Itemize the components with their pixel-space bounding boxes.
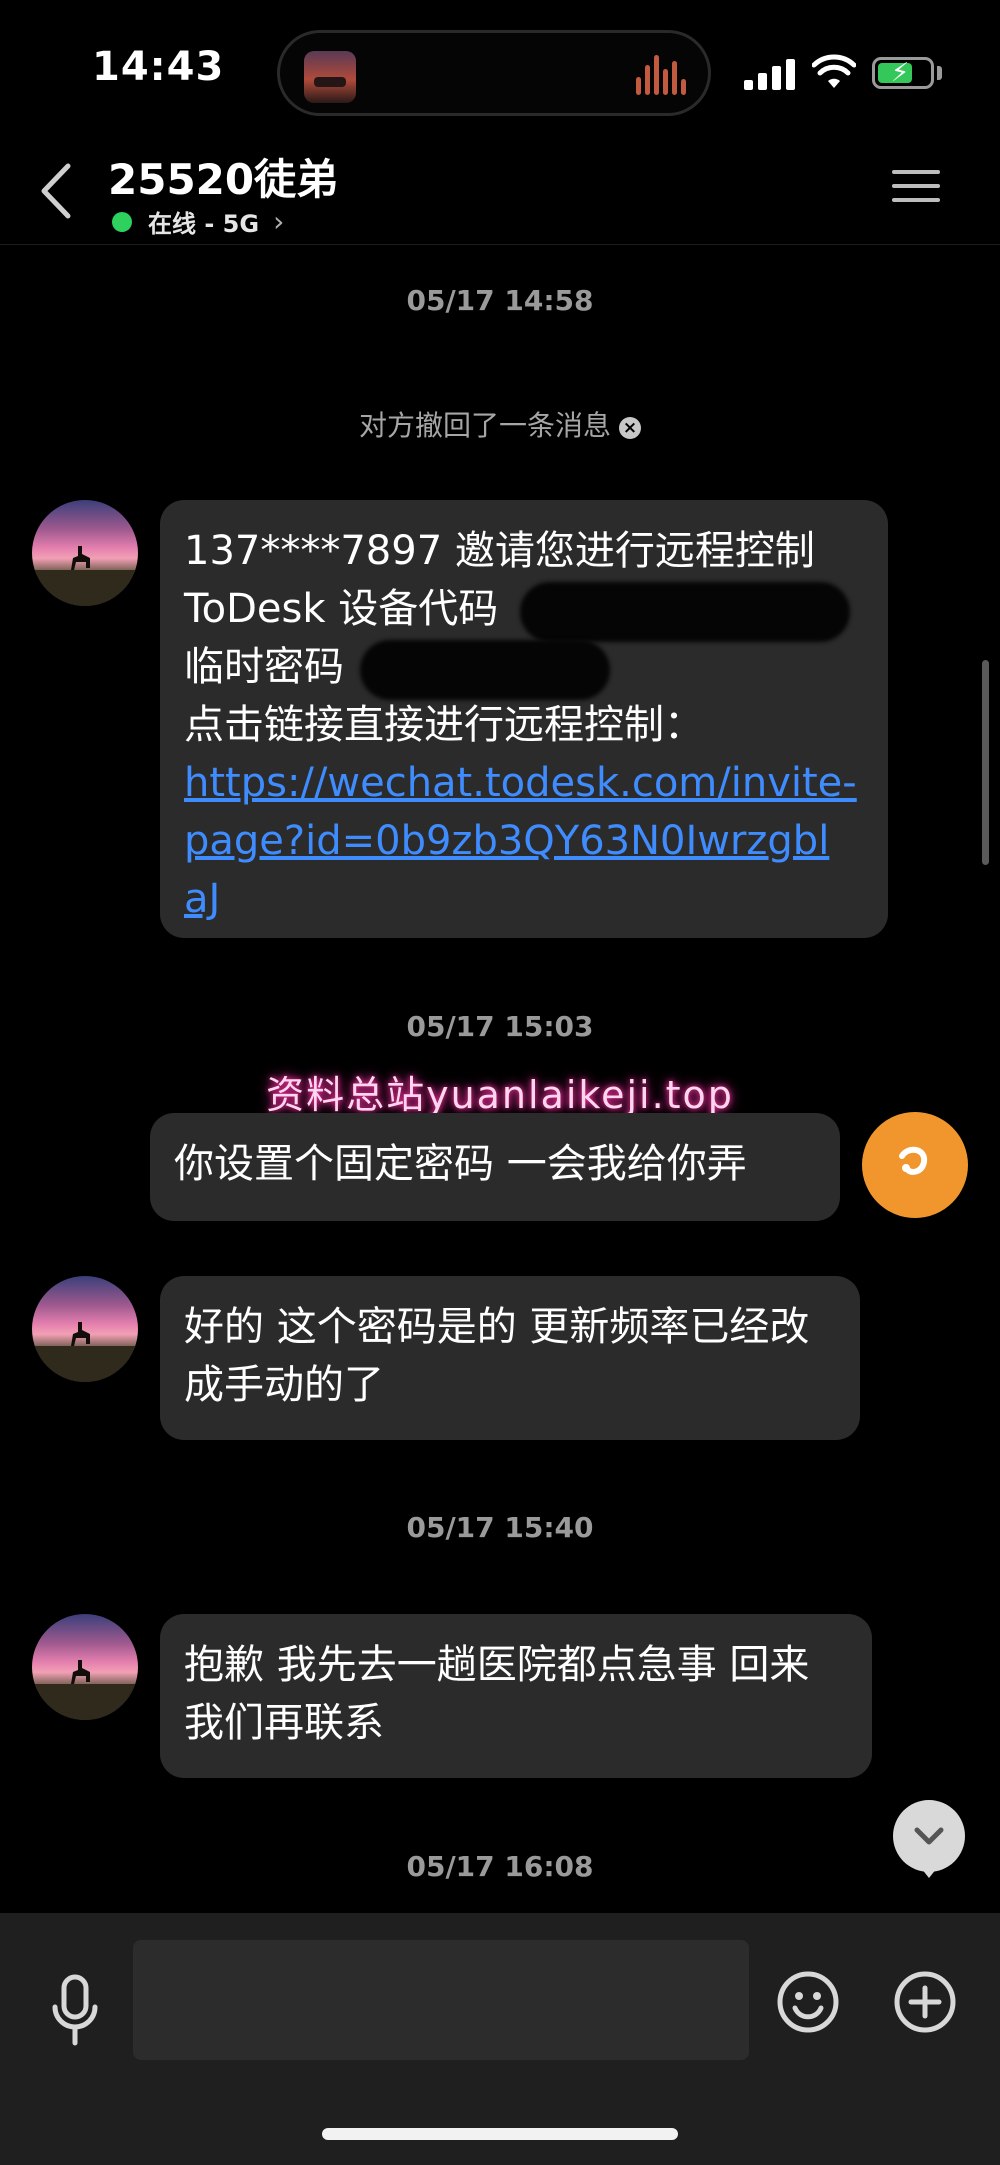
recall-notice: 对方撤回了一条消息 × <box>0 404 1000 444</box>
battery-cap <box>937 66 942 80</box>
invite-link[interactable]: https://wechat.todesk.com/invite-page?id… <box>184 754 864 928</box>
dynamic-island[interactable] <box>277 30 711 116</box>
chat-screen: 14:43 ⚡ 25520徒弟 在线 - 5G › 05/17 14:58 对方… <box>0 0 1000 2165</box>
scroll-indicator[interactable] <box>982 660 989 865</box>
menu-icon[interactable] <box>892 166 942 206</box>
home-indicator[interactable] <box>322 2128 678 2140</box>
my-avatar[interactable] <box>862 1112 968 1218</box>
battery-icon: ⚡ <box>872 57 934 89</box>
user-glyph-icon <box>899 1146 928 1175</box>
watermark: 资料总站yuanlaikeji.top <box>266 1073 734 1117</box>
presence-status[interactable]: 在线 - 5G › <box>112 204 284 239</box>
message-timestamp: 05/17 15:03 <box>406 1010 594 1043</box>
chevron-down-icon <box>914 1827 944 1845</box>
emoji-icon[interactable] <box>776 1970 840 2034</box>
online-dot-icon <box>112 211 132 232</box>
message-timestamp: 05/17 15:40 <box>406 1511 594 1544</box>
cellular-signal-icon <box>744 58 796 90</box>
presence-label: 在线 - 5G <box>148 210 260 238</box>
contact-avatar[interactable] <box>32 1614 138 1720</box>
message-bubble-sent[interactable]: 你设置个固定密码 一会我给你弄 <box>150 1113 840 1221</box>
invite-line-4: 点击链接直接进行远程控制： <box>184 702 704 748</box>
received-message-text: 抱歉 我先去一趟医院都点急事 回来我们再联系 <box>184 1642 810 1746</box>
message-input[interactable] <box>133 1940 749 2060</box>
wifi-icon <box>812 54 856 88</box>
contact-avatar[interactable] <box>32 500 138 606</box>
close-circle-icon[interactable]: × <box>619 417 641 439</box>
received-message-text: 好的 这个密码是的 更新频率已经改成手动的了 <box>184 1304 810 1408</box>
audio-wave-icon <box>636 55 686 95</box>
message-timestamp: 05/17 14:58 <box>406 284 594 317</box>
message-bubble-invite[interactable]: 137****7897 邀请您进行远程控制 ToDesk 设备代码 临时密码 点… <box>160 500 888 938</box>
chevron-right-icon: › <box>273 205 285 238</box>
contact-avatar[interactable] <box>32 1276 138 1382</box>
redaction-mark <box>520 582 850 642</box>
now-playing-thumbnail <box>304 51 356 103</box>
invite-line-1: 137****7897 邀请您进行远程控制 <box>184 528 815 574</box>
message-timestamp: 05/17 16:08 <box>406 1850 594 1883</box>
recall-notice-text: 对方撤回了一条消息 <box>358 409 611 442</box>
plus-icon[interactable] <box>893 1970 957 2034</box>
sent-message-text: 你设置个固定密码 一会我给你弄 <box>174 1141 747 1187</box>
back-chevron-icon[interactable] <box>32 156 82 226</box>
status-bar: 14:43 ⚡ <box>0 0 1000 150</box>
message-bubble-received[interactable]: 抱歉 我先去一趟医院都点急事 回来我们再联系 <box>160 1614 872 1778</box>
contact-name[interactable]: 25520徒弟 <box>108 146 338 207</box>
redaction-mark <box>360 640 610 700</box>
chat-header: 25520徒弟 在线 - 5G › <box>0 130 1000 245</box>
scroll-to-bottom-button[interactable] <box>893 1800 965 1878</box>
message-bubble-received[interactable]: 好的 这个密码是的 更新频率已经改成手动的了 <box>160 1276 860 1440</box>
status-time: 14:43 <box>92 44 225 90</box>
microphone-icon[interactable] <box>50 1973 100 2049</box>
